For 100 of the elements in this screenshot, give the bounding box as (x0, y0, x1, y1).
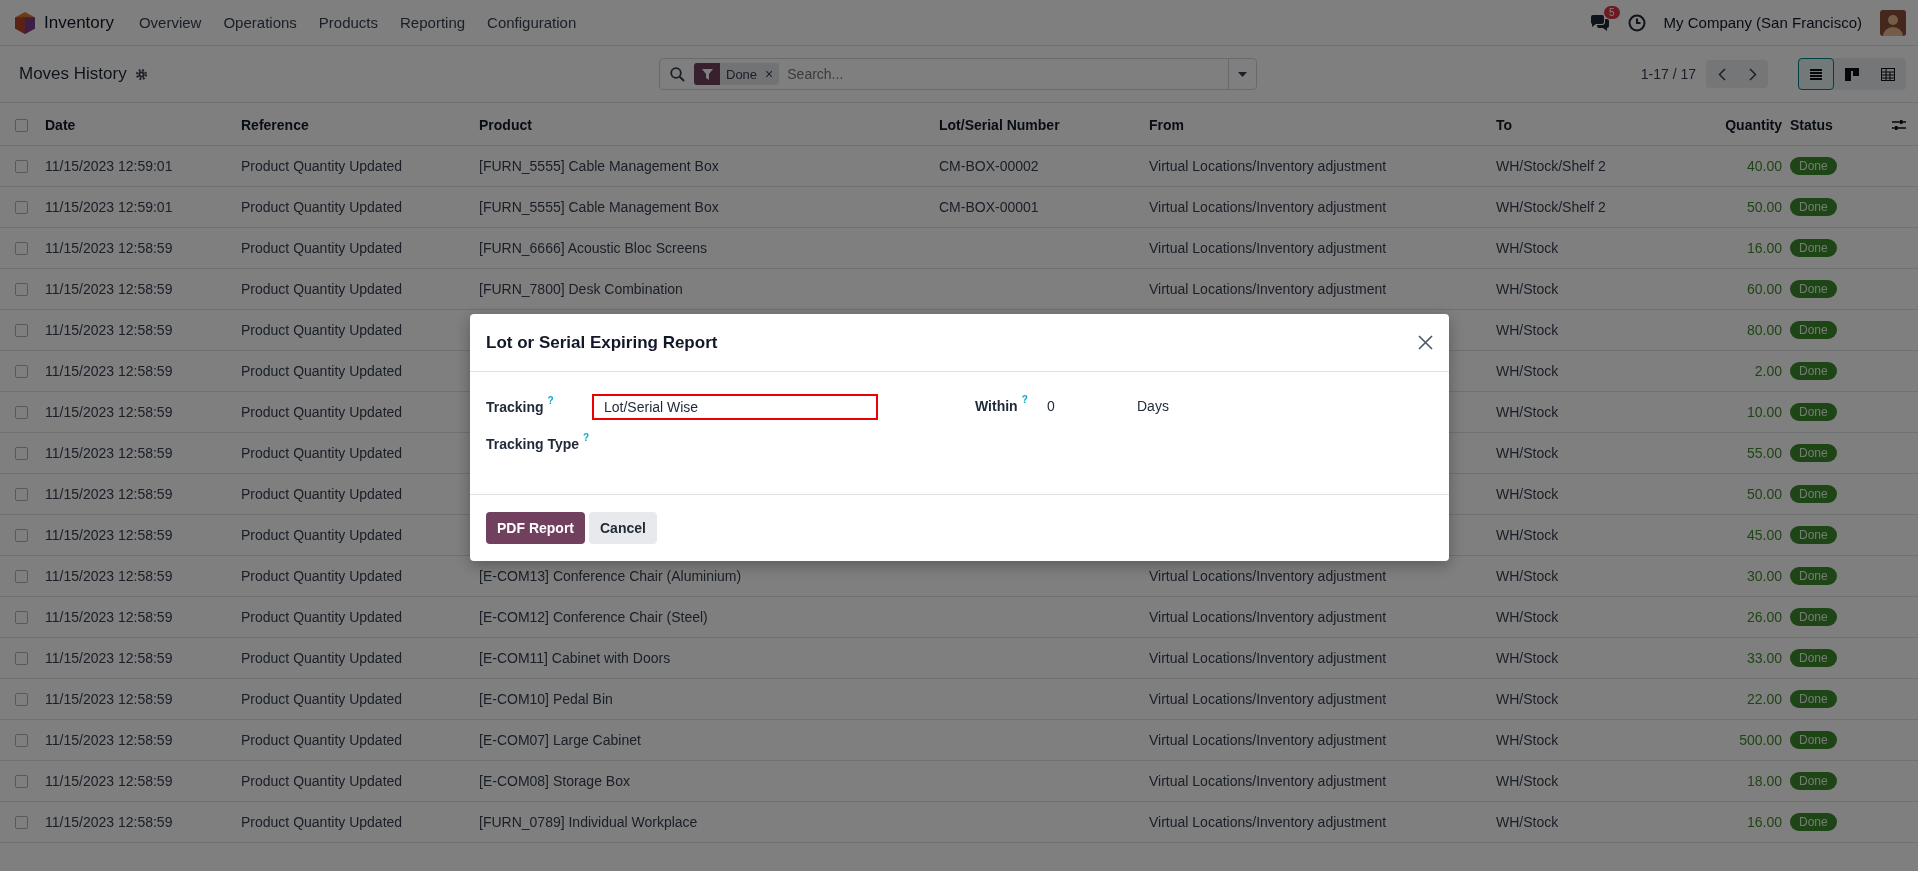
row-checkbox[interactable] (15, 569, 28, 583)
column-header[interactable]: Quantity (1700, 117, 1782, 133)
table-cell-text: Product Quantity Updated (241, 363, 404, 379)
status-badge: Done (1790, 403, 1837, 421)
menu-item[interactable]: Configuration (476, 14, 588, 31)
help-tooltip[interactable]: ? (1021, 394, 1028, 405)
column-header[interactable]: Reference (241, 117, 479, 133)
quantity-cell-text: 40.00 (1745, 158, 1782, 174)
help-tooltip[interactable]: ? (583, 432, 590, 443)
table-cell-text: 11/15/2023 12:58:59 (45, 363, 174, 379)
table-cell-text: Product Quantity Updated (241, 609, 404, 625)
avatar-icon[interactable] (1880, 9, 1906, 36)
row-checkbox[interactable] (15, 528, 28, 542)
quantity-cell-text: 60.00 (1745, 281, 1782, 297)
unit-label: Days (1137, 398, 1169, 414)
table-cell-text: [E-COM07] Large Cabinet (479, 732, 642, 748)
pager-value[interactable]: 1-17 / 17 (1640, 66, 1696, 82)
table-cell-text: [FURN_7800] Desk Combination (479, 281, 684, 297)
quantity-cell-text: 80.00 (1745, 322, 1782, 338)
table-cell-text: 11/15/2023 12:58:59 (45, 773, 174, 789)
quantity-cell-text: 50.00 (1745, 199, 1782, 215)
column-header[interactable]: To (1496, 117, 1700, 133)
row-checkbox[interactable] (15, 774, 28, 788)
row-checkbox[interactable] (15, 692, 28, 706)
table-cell-text: 11/15/2023 12:58:59 (45, 322, 174, 338)
column-settings-icon[interactable] (1892, 119, 1906, 131)
settings-icon[interactable] (134, 67, 148, 81)
table-cell-text: [E-COM10] Pedal Bin (479, 691, 614, 707)
status-badge: Done (1790, 567, 1837, 585)
row-checkbox[interactable] (15, 651, 28, 665)
row-checkbox[interactable] (15, 364, 28, 378)
row-checkbox[interactable] (15, 446, 28, 460)
table-cell-text: WH/Stock (1496, 281, 1560, 297)
close-button[interactable] (1416, 333, 1435, 352)
filter-facet: Done × (694, 63, 780, 85)
quantity-cell-text: 55.00 (1745, 445, 1782, 461)
status-badge: Done (1790, 444, 1837, 462)
table-cell-text: 11/15/2023 12:58:59 (45, 609, 174, 625)
company-switcher[interactable]: My Company (San Francisco) (1663, 14, 1862, 31)
page-title: Moves History (19, 64, 127, 84)
table-cell-text: 11/15/2023 12:58:59 (45, 404, 174, 420)
row-checkbox[interactable] (15, 282, 28, 296)
row-checkbox[interactable] (15, 487, 28, 501)
quantity-cell-text: 500.00 (1738, 732, 1782, 748)
column-header[interactable]: Status (1790, 117, 1833, 133)
table-cell-text: Product Quantity Updated (241, 691, 404, 707)
table-cell-text: WH/Stock (1496, 773, 1560, 789)
row-checkbox[interactable] (15, 815, 28, 829)
filter-icon (701, 68, 713, 80)
search-input[interactable]: Search... (785, 65, 1228, 83)
row-checkbox[interactable] (15, 405, 28, 419)
app-name[interactable]: Inventory (44, 12, 114, 33)
table-cell-text: 11/15/2023 12:58:59 (45, 240, 174, 256)
pdf-report-button[interactable]: PDF Report (486, 511, 585, 544)
menu-item[interactable]: Reporting (389, 14, 477, 31)
table-cell-text: Product Quantity Updated (241, 732, 404, 748)
close-icon (1418, 335, 1433, 350)
table-cell-text: Product Quantity Updated (241, 240, 404, 256)
column-header[interactable]: From (1149, 117, 1496, 133)
row-checkbox[interactable] (15, 200, 28, 214)
row-checkbox[interactable] (15, 610, 28, 624)
help-tooltip[interactable]: ? (547, 395, 554, 406)
status-badge: Done (1790, 321, 1837, 339)
menu-item[interactable]: Products (307, 14, 390, 31)
row-checkbox[interactable] (15, 241, 28, 255)
table-cell-text: 11/15/2023 12:58:59 (45, 650, 174, 666)
table-cell-text: Product Quantity Updated (241, 281, 404, 297)
select-all-checkbox[interactable] (15, 118, 28, 132)
column-header[interactable]: Product (479, 117, 939, 133)
remove-facet-button[interactable]: × (763, 66, 780, 82)
status-badge: Done (1790, 690, 1837, 708)
quantity-cell-text: 10.00 (1745, 404, 1782, 420)
table-cell-text: Product Quantity Updated (241, 322, 404, 338)
menu-item[interactable]: Overview (127, 14, 213, 31)
column-header[interactable]: Lot/Serial Number (939, 117, 1149, 133)
table-cell-text: Virtual Locations/Inventory adjustment (1149, 158, 1388, 174)
column-header[interactable]: Date (45, 117, 241, 133)
field-value[interactable]: Lot/Serial Wise (592, 394, 878, 420)
table-cell-text: WH/Stock (1496, 363, 1560, 379)
table-cell-text: WH/Stock (1496, 568, 1560, 584)
table-cell-text: Virtual Locations/Inventory adjustment (1149, 199, 1388, 215)
status-badge: Done (1790, 813, 1837, 831)
field-value[interactable]: 0 (1047, 395, 1137, 417)
status-badge: Done (1790, 362, 1837, 380)
view-switch-button[interactable] (1798, 58, 1834, 90)
table-cell-text: [FURN_0789] Individual Workplace (479, 814, 699, 830)
table-cell-text: Virtual Locations/Inventory adjustment (1149, 281, 1388, 297)
table-cell-text: 11/15/2023 12:59:01 (45, 199, 174, 215)
table-cell-text: WH/Stock (1496, 650, 1560, 666)
table-cell-text: WH/Stock (1496, 732, 1560, 748)
table-cell-text: Virtual Locations/Inventory adjustment (1149, 609, 1388, 625)
row-checkbox[interactable] (15, 733, 28, 747)
row-checkbox[interactable] (15, 159, 28, 173)
menu-item[interactable]: Operations (212, 14, 308, 31)
clock-icon[interactable] (1627, 13, 1646, 32)
chat-icon[interactable] (1589, 13, 1610, 32)
cancel-button[interactable]: Cancel (589, 511, 657, 544)
search-field[interactable]: Done × Search... (659, 58, 1257, 90)
table-cell-text: Product Quantity Updated (241, 445, 404, 461)
row-checkbox[interactable] (15, 323, 28, 337)
